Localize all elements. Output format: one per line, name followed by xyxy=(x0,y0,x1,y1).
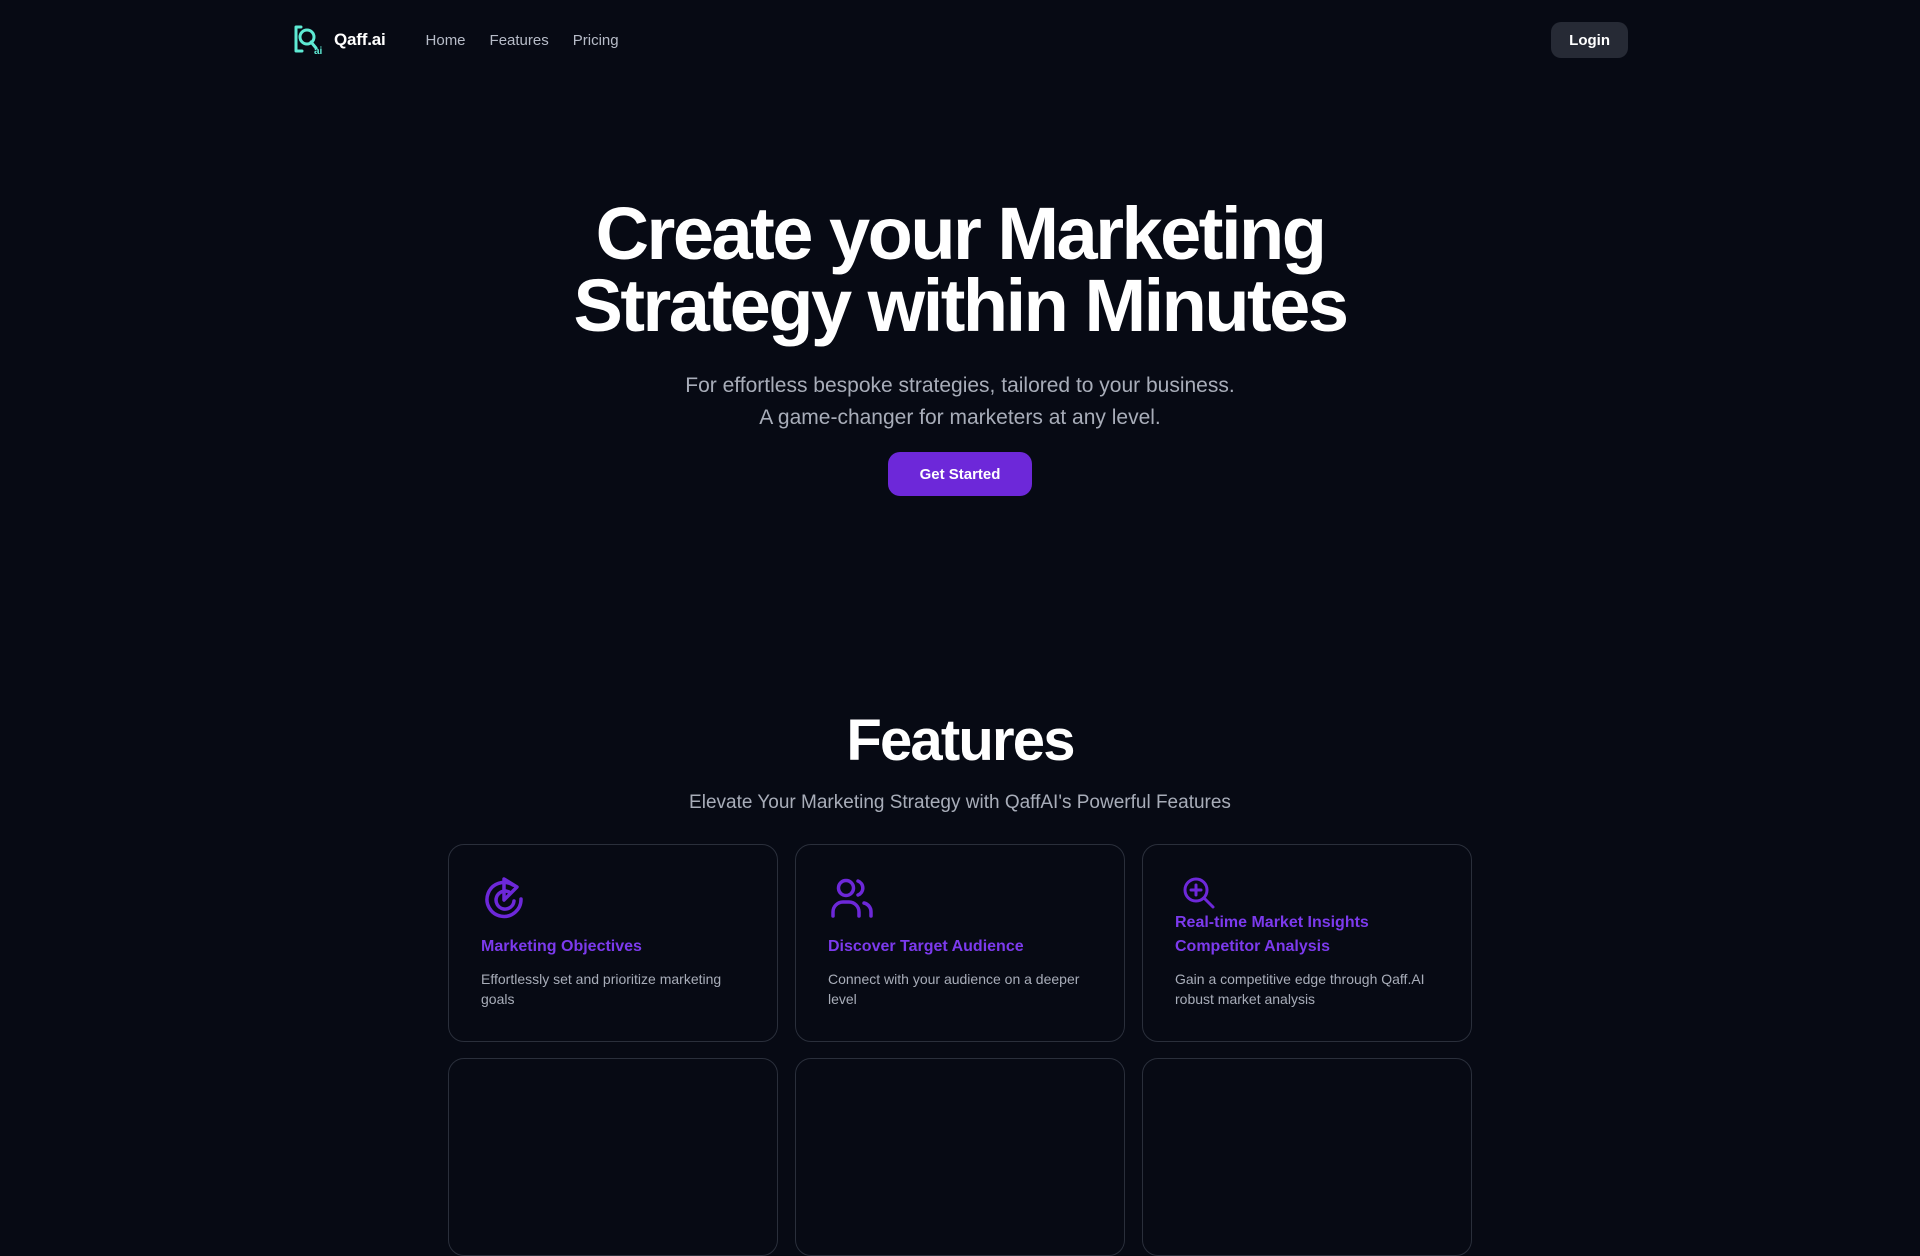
qaff-logo-icon: ai xyxy=(292,23,326,57)
zoom-in-icon xyxy=(1183,877,1215,909)
feature-card-target-audience[interactable]: Discover Target Audience Connect with yo… xyxy=(795,844,1125,1042)
feature-card-title: Discover Target Audience xyxy=(828,938,1024,955)
svg-text:ai: ai xyxy=(314,46,323,57)
top-navbar: ai Qaff.ai Home Features Pricing Login xyxy=(292,22,1628,58)
feature-card-description: Connect with your audience on a deeper l… xyxy=(828,971,1080,1007)
feature-card-title: Real-time Market Insights Competitor Ana… xyxy=(1175,914,1369,955)
nav-links: Home Features Pricing xyxy=(426,32,619,49)
brand-link[interactable]: ai Qaff.ai xyxy=(292,23,386,57)
target-arrow-icon xyxy=(485,877,523,919)
hero-subtitle-line-2: A game-changer for marketers at any leve… xyxy=(759,406,1161,429)
hero-title: Create your Marketing Strategy within Mi… xyxy=(0,197,1920,343)
nav-link-features[interactable]: Features xyxy=(490,32,549,49)
hero-title-line-2: Strategy within Minutes xyxy=(573,264,1349,347)
feature-card-row2-2[interactable] xyxy=(795,1058,1125,1256)
brand-name: Qaff.ai xyxy=(334,30,386,49)
hero-subtitle: For effortless bespoke strategies, tailo… xyxy=(0,370,1920,434)
hero-subtitle-line-1: For effortless bespoke strategies, tailo… xyxy=(685,374,1235,397)
nav-link-home[interactable]: Home xyxy=(426,32,466,49)
feature-card-market-insights[interactable]: Real-time Market Insights Competitor Ana… xyxy=(1142,844,1472,1042)
get-started-button[interactable]: Get Started xyxy=(887,452,1033,496)
hero-title-line-1: Create your Marketing xyxy=(595,192,1327,275)
feature-card-description: Gain a competitive edge through Qaff.AI … xyxy=(1175,971,1425,1007)
features-subtitle: Elevate Your Marketing Strategy with Qaf… xyxy=(689,792,1231,813)
users-icon xyxy=(831,878,873,918)
features-section: Features Elevate Your Marketing Strategy… xyxy=(0,706,1920,816)
login-button[interactable]: Login xyxy=(1551,22,1628,58)
features-title: Features xyxy=(846,708,1075,773)
feature-card-description: Effortlessly set and prioritize marketin… xyxy=(481,971,722,1007)
feature-card-row2-1[interactable] xyxy=(448,1058,778,1256)
feature-card-marketing-objectives[interactable]: Marketing Objectives Effortlessly set an… xyxy=(448,844,778,1042)
hero-section: Create your Marketing Strategy within Mi… xyxy=(0,197,1920,496)
feature-card-title: Marketing Objectives xyxy=(481,938,642,955)
feature-card-row2-3[interactable] xyxy=(1142,1058,1472,1256)
nav-link-pricing[interactable]: Pricing xyxy=(573,32,619,49)
feature-cards-grid: Marketing Objectives Effortlessly set an… xyxy=(448,844,1472,1256)
